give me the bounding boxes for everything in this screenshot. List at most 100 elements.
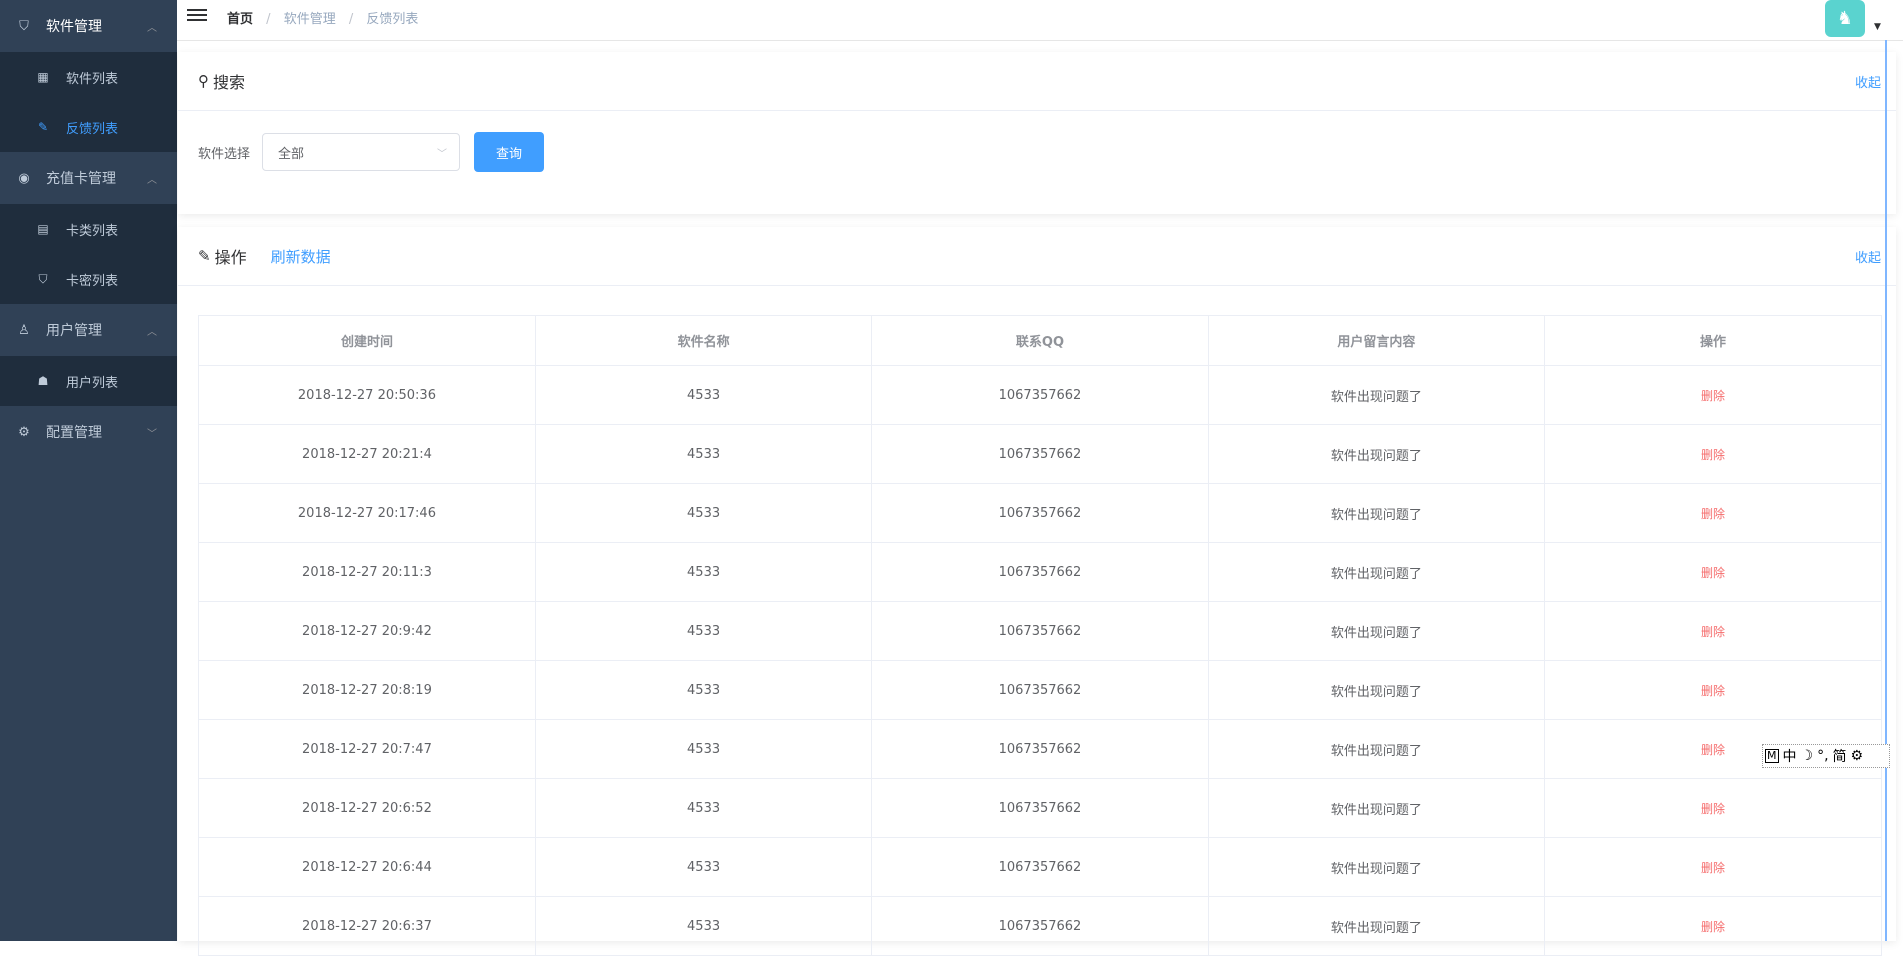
search-card-title: 搜索 [213, 73, 246, 92]
menu-group-software[interactable]: ⛉ 软件管理 ︿ [0, 0, 177, 52]
table-icon: ▦ [37, 70, 49, 84]
hamburger-menu-icon[interactable] [187, 6, 207, 24]
operations-card: ✎ 操作 刷新数据 收起 创建时间 软件名称 联系QQ 用户留言内容 操作 20… [178, 227, 1896, 956]
cell-contact-qq: 1067357662 [871, 719, 1209, 779]
search-icon: ⚲ [198, 72, 209, 90]
cell-contact-qq: 1067357662 [871, 542, 1209, 602]
cell-actions: 删除 [1544, 601, 1881, 661]
table-row: 2018-12-27 20:9:42 4533 1067357662 软件出现问题了 删… [199, 601, 1881, 661]
menu-group-label: 软件管理 [46, 19, 102, 35]
table-row: 2018-12-27 20:17:46 4533 1067357662 软件出现问题了… [199, 483, 1881, 543]
cell-contact-qq: 1067357662 [871, 601, 1209, 661]
breadcrumb-home[interactable]: 首页 [227, 12, 253, 27]
chevron-up-icon: ︿ [147, 22, 157, 34]
gear-icon: ⚙ [18, 424, 30, 440]
ime-punctuation-toggle[interactable]: °, [1817, 748, 1828, 764]
cell-actions: 删除 [1544, 660, 1881, 720]
delete-button[interactable]: 删除 [1701, 920, 1725, 934]
cell-actions: 删除 [1544, 837, 1881, 897]
ime-toolbar[interactable]: M 中 ☽ °, 简 ⚙ [1762, 744, 1890, 768]
delete-button[interactable]: 删除 [1701, 861, 1725, 875]
delete-button[interactable]: 删除 [1701, 743, 1725, 757]
table-row: 2018-12-27 20:7:47 4533 1067357662 软件出现问题了 删… [199, 719, 1881, 779]
software-select[interactable]: 全部 ﹀ [262, 133, 461, 171]
user-group-icon: ♙ [18, 322, 30, 338]
sidebar-item-feedback-list[interactable]: ✎ 反馈列表 [0, 102, 177, 152]
delete-button[interactable]: 删除 [1701, 625, 1725, 639]
sidebar-item-label: 反馈列表 [66, 121, 119, 137]
delete-button[interactable]: 删除 [1701, 684, 1725, 698]
collapse-operations-link[interactable]: 收起 [1855, 247, 1881, 266]
cell-created-time: 2018-12-27 20:50:36 [199, 365, 536, 425]
ime-mode-icon[interactable]: M [1765, 749, 1779, 763]
delete-button[interactable]: 删除 [1701, 389, 1725, 403]
search-card-header: ⚲ 搜索 收起 [178, 52, 1896, 111]
column-header-message: 用户留言内容 [1208, 316, 1546, 366]
query-button[interactable]: 查询 [474, 132, 545, 172]
menu-group-recharge[interactable]: ◉ 充值卡管理 ︿ [0, 152, 177, 204]
sidebar-item-label: 卡密列表 [66, 273, 119, 289]
cell-created-time: 2018-12-27 20:9:42 [199, 601, 536, 661]
cell-software-name: 4533 [535, 778, 873, 838]
sidebar-item-card-keys[interactable]: ⛉ 卡密列表 [0, 254, 177, 304]
delete-button[interactable]: 删除 [1701, 507, 1725, 521]
cell-actions: 删除 [1544, 483, 1881, 543]
cell-contact-qq: 1067357662 [871, 837, 1209, 897]
table-row: 2018-12-27 20:8:19 4533 1067357662 软件出现问题了 删… [199, 660, 1881, 720]
cell-actions: 删除 [1544, 896, 1881, 956]
breadcrumb-software: 软件管理 [283, 12, 336, 27]
ime-moon-icon[interactable]: ☽ [1801, 748, 1814, 764]
cell-contact-qq: 1067357662 [871, 483, 1209, 543]
cell-contact-qq: 1067357662 [871, 365, 1209, 425]
cell-contact-qq: 1067357662 [871, 660, 1209, 720]
submenu-recharge: ▤ 卡类列表 ⛉ 卡密列表 [0, 204, 177, 304]
cell-actions: 删除 [1544, 424, 1881, 484]
ime-simplified-toggle[interactable]: 简 [1833, 746, 1847, 766]
avatar[interactable]: ♞ [1825, 0, 1865, 37]
caret-down-icon[interactable]: ▼ [1874, 22, 1881, 32]
cell-created-time: 2018-12-27 20:6:44 [199, 837, 536, 897]
breadcrumb: 首页 / 软件管理 / 反馈列表 [227, 8, 418, 27]
sidebar-item-user-list[interactable]: ☗ 用户列表 [0, 356, 177, 406]
submenu-users: ☗ 用户列表 [0, 356, 177, 406]
menu-group-label: 配置管理 [46, 425, 102, 441]
menu-group-label: 用户管理 [46, 323, 102, 339]
sidebar-item-software-list[interactable]: ▦ 软件列表 [0, 52, 177, 102]
sidebar-item-card-types[interactable]: ▤ 卡类列表 [0, 204, 177, 254]
table-row: 2018-12-27 20:21:4 4533 1067357662 软件出现问题了 删… [199, 424, 1881, 484]
menu-group-config[interactable]: ⚙ 配置管理 ﹀ [0, 406, 177, 458]
table-header-row: 创建时间 软件名称 联系QQ 用户留言内容 操作 [199, 316, 1881, 366]
cell-software-name: 4533 [535, 660, 873, 720]
cell-software-name: 4533 [535, 719, 873, 779]
table-row: 2018-12-27 20:6:37 4533 1067357662 软件出现问题了 删… [199, 896, 1881, 956]
cell-created-time: 2018-12-27 20:6:37 [199, 896, 536, 956]
menu-group-users[interactable]: ♙ 用户管理 ︿ [0, 304, 177, 356]
refresh-data-link[interactable]: 刷新数据 [271, 246, 331, 267]
cell-message: 软件出现问题了 [1208, 837, 1546, 897]
feedback-table: 创建时间 软件名称 联系QQ 用户留言内容 操作 2018-12-27 20:5… [198, 315, 1882, 956]
column-header-actions: 操作 [1544, 316, 1881, 366]
badge-icon: ⛉ [38, 271, 48, 286]
ime-chinese-toggle[interactable]: 中 [1783, 746, 1797, 766]
cell-software-name: 4533 [535, 601, 873, 661]
cell-message: 软件出现问题了 [1208, 601, 1546, 661]
cell-created-time: 2018-12-27 20:6:52 [199, 778, 536, 838]
ime-settings-icon[interactable]: ⚙ [1851, 748, 1864, 764]
table-row: 2018-12-27 20:11:3 4533 1067357662 软件出现问题了 删… [199, 542, 1881, 602]
search-form: 软件选择 全部 ﹀ 查询 [198, 132, 545, 172]
sidebar: ⛉ 软件管理 ︿ ▦ 软件列表 ✎ 反馈列表 ◉ 充值卡管理 ︿ ▤ 卡类列表 … [0, 0, 177, 941]
edit-icon: ✎ [198, 247, 211, 265]
cell-software-name: 4533 [535, 424, 873, 484]
cell-message: 软件出现问题了 [1208, 778, 1546, 838]
cell-message: 软件出现问题了 [1208, 483, 1546, 543]
collapse-search-link[interactable]: 收起 [1855, 72, 1881, 91]
cell-created-time: 2018-12-27 20:17:46 [199, 483, 536, 543]
sidebar-item-label: 卡类列表 [66, 223, 119, 239]
delete-button[interactable]: 删除 [1701, 566, 1725, 580]
delete-button[interactable]: 删除 [1701, 802, 1725, 816]
delete-button[interactable]: 删除 [1701, 448, 1725, 462]
cell-message: 软件出现问题了 [1208, 365, 1546, 425]
cell-message: 软件出现问题了 [1208, 660, 1546, 720]
scrollbar[interactable] [1885, 40, 1887, 941]
column-header-contact-qq: 联系QQ [871, 316, 1209, 366]
